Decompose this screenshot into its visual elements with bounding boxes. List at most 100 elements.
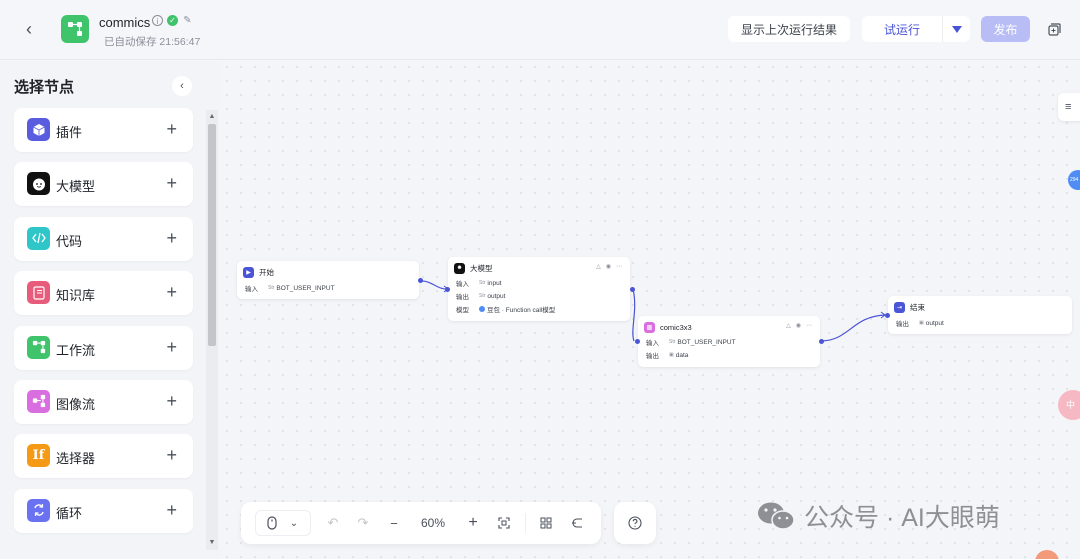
plus-icon[interactable]: + (166, 227, 177, 249)
type-tag: Str (268, 285, 275, 291)
node-item-imageflow[interactable]: 图像流 + (14, 379, 193, 424)
node-item-knowledge[interactable]: 知识库 + (14, 271, 193, 316)
start-node[interactable]: ▶ 开始 输入 Str BOT_USER_INPUT (237, 261, 419, 299)
input-value: input (487, 279, 502, 287)
help-icon (628, 516, 642, 530)
settings-icon[interactable]: ◉ (606, 263, 611, 270)
watermark: 公众号 · AI大眼萌 (756, 498, 1000, 534)
node-title: comic3x3 (660, 322, 692, 332)
test-run-button[interactable]: 试运行 (862, 16, 942, 42)
workflow-canvas[interactable]: ▶ 开始 输入 Str BOT_USER_INPUT ☻ 大模型 △ ◉ ⋯ 输入 Str in… (220, 60, 1080, 559)
node-item-llm[interactable]: 大模型 + (14, 162, 193, 207)
end-icon: ⇥ (894, 301, 905, 313)
comic3x3-node[interactable]: ▩ comic3x3 △ ◉ ⋯ 输入 Str BOT_USER_INPUT 输出 ▣ dat… (638, 316, 820, 367)
node-item-label: 图像流 (56, 396, 96, 412)
more-icon[interactable]: ⋯ (806, 322, 812, 329)
back-arrow-icon[interactable]: ‹ (26, 19, 42, 39)
input-label: 输入 (646, 340, 659, 347)
collapse-sidebar-button[interactable]: ‹ (172, 76, 192, 96)
debug-icon[interactable]: △ (786, 322, 791, 329)
layout-grid-icon[interactable] (538, 513, 554, 533)
plus-icon[interactable]: + (166, 444, 177, 466)
node-item-loop[interactable]: 循环 + (14, 488, 193, 533)
node-item-label: 大模型 (56, 179, 96, 195)
node-title: 结束 (910, 302, 925, 312)
node-item-label: 工作流 (56, 342, 96, 358)
scroll-down-icon[interactable]: ▼ (207, 538, 217, 548)
output-value: output (487, 292, 506, 300)
llm-face-icon (27, 172, 50, 196)
doubao-icon (479, 306, 485, 312)
llm-output-port[interactable] (630, 287, 635, 292)
plus-icon[interactable]: + (166, 172, 177, 194)
plus-icon[interactable]: + (166, 281, 177, 303)
plus-icon[interactable]: + (166, 390, 177, 412)
llm-input-port[interactable] (445, 287, 450, 292)
settings-icon[interactable]: ◉ (796, 322, 801, 329)
model-label: 模型 (456, 307, 469, 314)
input-value: BOT_USER_INPUT (276, 284, 335, 292)
node-item-selector[interactable]: If 选择器 + (14, 434, 193, 479)
llm-face-icon: ☻ (454, 262, 465, 274)
edit-icon[interactable]: ✎ (182, 15, 193, 26)
plus-icon[interactable]: + (166, 118, 177, 140)
test-run-dropdown[interactable] (942, 16, 970, 42)
more-icon[interactable]: ⋯ (616, 263, 622, 270)
help-button[interactable] (614, 502, 656, 544)
node-item-code[interactable]: 代码 + (14, 216, 193, 261)
node-item-label: 循环 (56, 505, 83, 521)
type-tag: Str (479, 293, 486, 299)
autosave-status: 已自动保存 21:56:47 (104, 36, 201, 48)
if-icon: If (27, 444, 50, 468)
chevron-down-icon[interactable]: ⌄ (287, 513, 301, 533)
fit-view-icon[interactable] (496, 513, 512, 533)
start-output-port[interactable] (418, 278, 423, 283)
node-item-workflow[interactable]: 工作流 + (14, 325, 193, 370)
zoom-level[interactable]: 60% (415, 513, 451, 533)
node-item-label: 代码 (56, 233, 83, 249)
show-last-result-button[interactable]: 显示上次运行结果 (728, 16, 850, 42)
zoom-in-icon[interactable]: + (465, 513, 481, 533)
connector-style-icon[interactable] (569, 513, 585, 533)
llm-node[interactable]: ☻ 大模型 △ ◉ ⋯ 输入 Str input 输出 Str output 模型 豆包 · F… (448, 257, 630, 321)
type-tag: Str (669, 339, 676, 345)
output-value: data (675, 351, 689, 359)
floating-assistant[interactable]: 中 (1058, 390, 1080, 420)
comic-output-port[interactable] (819, 339, 824, 344)
input-label: 输入 (456, 281, 469, 288)
zoom-out-icon[interactable]: − (386, 513, 402, 533)
publish-button[interactable]: 发布 (981, 16, 1030, 42)
node-title: 大模型 (470, 263, 493, 273)
scroll-up-icon[interactable]: ▲ (207, 112, 217, 122)
imageflow-icon: ▩ (644, 321, 655, 333)
node-item-plugin[interactable]: 插件 + (14, 108, 193, 152)
published-check-icon: ✓ (167, 15, 178, 26)
canvas-toolbar: ⌄ ↶ ↷ − 60% + (241, 502, 601, 544)
panel-toggle[interactable]: ≡ (1058, 93, 1080, 121)
app-name: commics (99, 15, 151, 30)
cube-icon (27, 118, 50, 141)
book-icon (27, 281, 50, 305)
plus-icon[interactable]: + (166, 336, 177, 358)
end-node[interactable]: ⇥ 结束 输出 ▣ output (888, 296, 1072, 334)
workflow-app-icon (61, 15, 89, 43)
debug-icon[interactable]: △ (596, 263, 601, 270)
copy-button[interactable] (1042, 16, 1066, 42)
text-type-icon: ▣ (919, 320, 924, 326)
mouse-icon[interactable] (265, 513, 279, 533)
node-item-label: 知识库 (56, 288, 96, 304)
redo-icon[interactable]: ↷ (355, 513, 371, 533)
end-input-port[interactable] (885, 313, 890, 318)
input-label: 输入 (245, 286, 258, 293)
sidebar-scrollbar[interactable]: ▲ ▼ (206, 110, 218, 550)
plus-icon[interactable]: + (166, 499, 177, 521)
info-icon[interactable]: i (152, 15, 163, 26)
wechat-icon (756, 501, 796, 531)
undo-icon[interactable]: ↶ (325, 513, 341, 533)
interaction-mode-select[interactable] (255, 510, 311, 536)
model-value: 豆包 · Function call模型 (487, 307, 556, 314)
header: ‹ commics i ✓ ✎ 已自动保存 21:56:47 显示上次运行结果 … (0, 0, 1080, 60)
comic-input-port[interactable] (635, 339, 640, 344)
scroll-thumb[interactable] (208, 124, 216, 346)
output-label: 输出 (896, 321, 909, 328)
